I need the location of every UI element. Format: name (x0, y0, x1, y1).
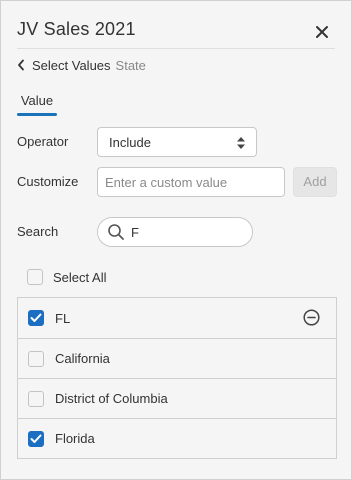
operator-label: Operator (17, 134, 69, 149)
checkbox[interactable] (28, 350, 44, 367)
search-box[interactable] (97, 217, 253, 247)
select-all-row[interactable]: Select All (27, 268, 106, 286)
back-button[interactable]: Select Values (17, 58, 111, 73)
chevron-left-icon (18, 59, 24, 71)
add-button[interactable]: Add (293, 167, 337, 197)
list-item-label: District of Columbia (55, 391, 168, 406)
select-all-checkbox[interactable] (27, 269, 43, 285)
field-name: State (115, 57, 146, 73)
sort-arrows-icon (237, 137, 245, 149)
list-item[interactable]: California (18, 338, 336, 378)
list-item[interactable]: Florida (18, 418, 336, 458)
custom-value-input[interactable] (97, 167, 285, 197)
remove-button[interactable] (303, 309, 320, 329)
filter-panel: JV Sales 2021 Select Values State Value … (0, 0, 352, 480)
checkbox[interactable] (28, 390, 44, 407)
minus-circle-icon (303, 309, 320, 326)
search-label: Search (17, 224, 59, 239)
breadcrumb: Select Values State (17, 56, 146, 74)
values-list: FL California District of Columbia Flori… (17, 297, 337, 459)
list-item-label: FL (55, 310, 71, 326)
active-tab-indicator (17, 113, 57, 116)
checkmark-icon (30, 434, 42, 443)
back-label: Select Values (32, 57, 111, 73)
list-item[interactable]: District of Columbia (18, 378, 336, 418)
title-divider (17, 48, 335, 49)
checkmark-icon (30, 313, 42, 322)
close-icon (316, 26, 328, 38)
search-icon (108, 224, 124, 240)
operator-value: Include (109, 134, 151, 150)
checkbox-checked[interactable] (28, 310, 44, 326)
tab-value[interactable]: Value (17, 93, 57, 108)
operator-select[interactable]: Include (97, 127, 257, 157)
list-item-label: Florida (55, 431, 95, 446)
close-button[interactable] (311, 21, 333, 43)
list-item-label: California (55, 351, 110, 366)
customize-label: Customize (17, 174, 79, 189)
panel-title: JV Sales 2021 (17, 19, 136, 39)
select-all-label: Select All (53, 269, 107, 285)
list-item[interactable]: FL (18, 298, 336, 338)
search-input[interactable] (131, 224, 241, 240)
checkbox-checked[interactable] (28, 430, 44, 447)
